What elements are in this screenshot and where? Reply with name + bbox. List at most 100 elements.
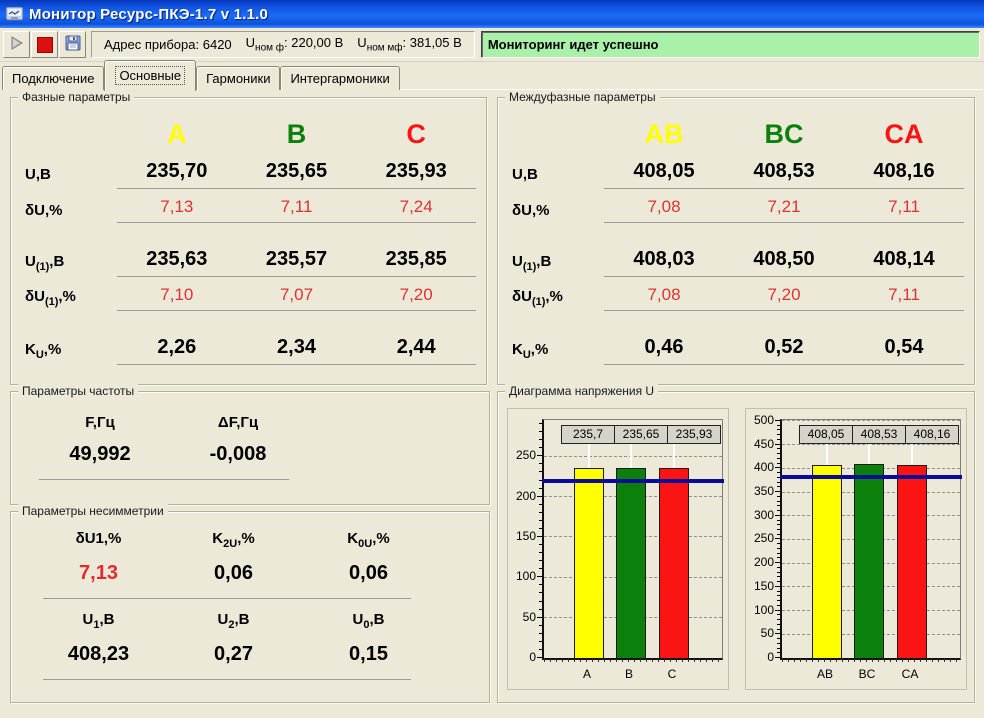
y-tick-label: 250 (508, 448, 536, 462)
group-title: Фазные параметры (18, 90, 134, 104)
param-row-values: 235,63235,57235,85 (117, 248, 476, 277)
param-row-label: δU(1),% (512, 288, 604, 308)
fa-value-cell: 0,27 (166, 631, 301, 666)
x-tick-label: CA (895, 667, 925, 681)
y-minor-tick (539, 471, 542, 472)
start-monitoring-button[interactable] (3, 31, 30, 58)
param-value: 7,20 (356, 285, 476, 305)
param-row: U(1),В235,63235,57235,85 (25, 248, 476, 277)
y-minor-tick (777, 425, 780, 426)
y-minor-tick (777, 643, 780, 644)
y-minor-tick (777, 652, 780, 653)
y-minor-tick (539, 463, 542, 464)
param-value: 235,85 (356, 248, 476, 271)
param-label-text: δU (512, 202, 532, 219)
x-tick-label: BC (852, 667, 882, 681)
y-tick-label: 300 (746, 508, 774, 522)
tab-connection[interactable]: Подключение (2, 66, 104, 90)
titlebar[interactable]: Монитор Ресурс-ПКЭ-1.7 v 1.1.0 (0, 0, 984, 28)
param-label-unit: ,% (104, 530, 122, 547)
param-row: U,В235,70235,65235,93 (25, 160, 476, 189)
y-minor-tick (777, 505, 780, 506)
param-value: 408,03 (604, 248, 724, 271)
column-header-bc: BC (724, 119, 844, 150)
fa-value-cell: -0,008 (169, 431, 307, 466)
param-row: KU,%0,460,520,54 (512, 336, 964, 365)
tab-harmonics[interactable]: Гармоники (196, 66, 280, 90)
y-minor-tick (539, 447, 542, 448)
param-label-text: F (85, 414, 93, 431)
save-icon (65, 35, 81, 54)
y-minor-tick (539, 568, 542, 569)
fa-header-cell: δU1,% (31, 530, 166, 550)
fa-param-value: 0,06 (301, 562, 436, 585)
param-label-text: U (83, 611, 94, 628)
param-row-values: 408,05408,53408,16 (604, 160, 964, 189)
param-row-label: U,В (512, 166, 604, 183)
param-label-text: δU (25, 288, 45, 305)
group-title: Параметры несимметрии (18, 504, 168, 518)
unom-phase-label: Uном ф: 220,00 В (246, 35, 344, 54)
fa-value-cell: 0,06 (166, 550, 301, 585)
fa-header-row: F,ГцΔF,Гц (31, 414, 489, 431)
param-label-unit: ,В (369, 611, 384, 628)
fa-param-name: U1,В (31, 611, 166, 631)
y-tick-label: 150 (508, 529, 536, 543)
param-row-label: U,В (25, 166, 117, 183)
stop-monitoring-button[interactable] (31, 31, 58, 58)
param-value: 7,13 (117, 197, 237, 217)
value-callout-line (673, 444, 675, 468)
y-minor-tick (777, 501, 780, 502)
param-label-text: δU (25, 202, 45, 219)
y-minor-tick (777, 482, 780, 483)
param-value: 235,65 (237, 160, 357, 183)
y-tick-mark (775, 420, 780, 421)
param-label-unit: ,В (523, 166, 538, 183)
param-row: U,В408,05408,53408,16 (512, 160, 964, 189)
param-label-text: ΔF (218, 414, 236, 431)
y-minor-tick (539, 504, 542, 505)
value-callout-line (868, 444, 870, 464)
y-minor-tick (539, 488, 542, 489)
param-label-text: K (512, 341, 523, 358)
column-header-b: B (237, 119, 357, 150)
fa-value-cell: 49,992 (31, 431, 169, 466)
param-row: KU,%2,262,342,44 (25, 336, 476, 365)
unom-interphase-label: Uном мф: 381,05 В (357, 35, 462, 54)
y-tick-mark (775, 633, 780, 634)
param-label-unit: ,В (536, 253, 551, 270)
fa-header-row: δU1,%K2U,%K0U,% (31, 530, 489, 550)
value-label-row: 235,7235,65235,93 (562, 425, 721, 444)
y-minor-tick (539, 560, 542, 561)
tab-main[interactable]: Основные (104, 60, 196, 91)
y-minor-tick (539, 431, 542, 432)
y-minor-tick (777, 510, 780, 511)
window-title: Монитор Ресурс-ПКЭ-1.7 v 1.1.0 (29, 6, 268, 23)
param-row-values: 7,087,207,11 (604, 285, 964, 311)
y-minor-tick (777, 496, 780, 497)
value-callout-line (630, 444, 632, 468)
param-label-text: K (25, 341, 36, 358)
tab-interharmonics[interactable]: Интергармоники (280, 66, 399, 90)
fa-param-value: 7,13 (31, 562, 166, 585)
x-tick-label: A (572, 667, 602, 681)
play-icon (9, 35, 25, 54)
param-row-label: KU,% (512, 341, 604, 361)
y-minor-tick (777, 553, 780, 554)
nominal-voltage-line (780, 475, 962, 479)
stop-icon (37, 37, 53, 53)
y-minor-tick (539, 520, 542, 521)
fa-param-name: δU1,% (31, 530, 166, 547)
y-minor-tick (539, 609, 542, 610)
param-row-label: δU(1),% (25, 288, 117, 308)
grid-line (782, 444, 960, 445)
fa-value-row: 49,992-0,008 (31, 431, 489, 466)
param-label-unit: ,% (372, 530, 390, 547)
x-axis-ticks (544, 659, 722, 662)
interphase-params-table: ABBCCAU,В408,05408,53408,16δU,%7,087,217… (498, 98, 974, 365)
param-value: 7,11 (237, 197, 357, 217)
param-value: 235,93 (356, 160, 476, 183)
x-axis-ticks (782, 659, 960, 662)
bar-ab (812, 465, 842, 658)
save-button[interactable] (59, 31, 86, 58)
